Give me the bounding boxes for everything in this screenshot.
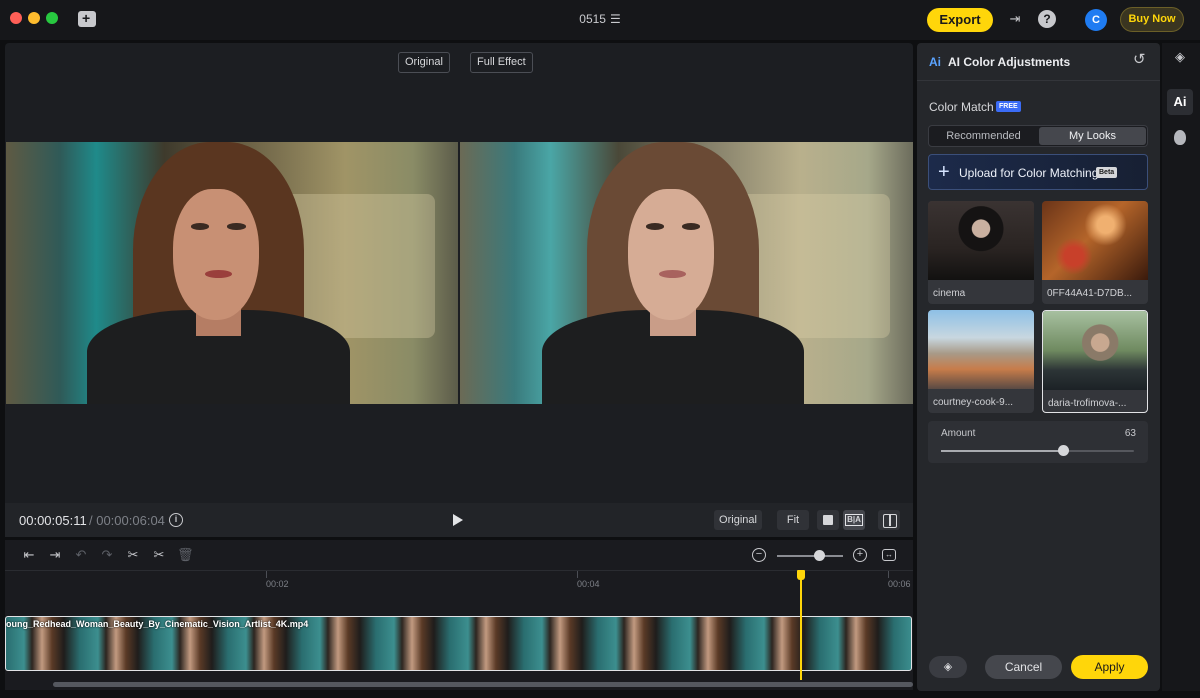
right-eye — [681, 223, 701, 230]
panel-header: Ai AI Color Adjustments ↺ — [917, 43, 1160, 81]
clip-filename: oung_Redhead_Woman_Beauty_By_Cinematic_V… — [6, 619, 309, 629]
look-card-selected[interactable]: daria-trofimova-... — [1042, 310, 1148, 413]
export-button[interactable]: Export — [927, 8, 993, 32]
avatar[interactable]: C — [1085, 9, 1107, 31]
effect-frame — [460, 142, 913, 404]
single-view-icon[interactable] — [817, 510, 839, 530]
before-after-label: B|A — [845, 514, 863, 526]
ai-logo-icon: Ai — [929, 55, 941, 69]
jump-to-end-icon[interactable]: ⇥ — [47, 547, 63, 563]
look-card[interactable]: cinema — [928, 201, 1034, 304]
cancel-button[interactable]: Cancel — [985, 655, 1062, 679]
look-thumbnail — [928, 310, 1034, 389]
title-bar: 0515☰ Export ⇥ ? C Buy Now — [0, 0, 1200, 40]
amount-slider-thumb[interactable] — [1057, 445, 1069, 456]
undo-icon[interactable]: ↶ — [73, 547, 89, 563]
sign-in-icon[interactable]: ⇥ — [1006, 10, 1024, 28]
portrait-icon[interactable] — [1167, 125, 1193, 151]
delete-icon[interactable]: 🗑 — [177, 547, 194, 563]
current-timecode: 00:00:05:11 — [19, 513, 87, 528]
look-thumbnail — [928, 201, 1034, 280]
layers-stack-icon[interactable]: ◈ — [929, 656, 967, 678]
ai-color-panel: Ai AI Color Adjustments ↺ Color Match FR… — [917, 43, 1160, 691]
redo-icon[interactable]: ↷ — [99, 547, 115, 563]
apply-button[interactable]: Apply — [1071, 655, 1148, 679]
ruler-tick: 00:06 — [888, 571, 911, 589]
total-timecode: / 00:00:06:04 — [89, 513, 165, 528]
looks-tabs: Recommended My Looks — [928, 125, 1148, 147]
left-eye — [191, 223, 210, 230]
time-ruler[interactable]: 00:02 00:04 00:06 — [5, 570, 913, 596]
amount-slider-fill — [941, 450, 1063, 452]
color-match-label: Color Match — [929, 100, 994, 114]
look-name: courtney-cook-9... — [933, 397, 1014, 408]
ai-tools-icon[interactable]: Ai — [1167, 89, 1193, 115]
split-scissors-icon[interactable]: ✂ — [125, 547, 141, 563]
playhead[interactable] — [800, 578, 802, 680]
timeline-toolbar: ⇤ ⇥ ↶ ↷ ✂ ✂ 🗑 − + ↔ — [5, 540, 913, 570]
buy-now-button[interactable]: Buy Now — [1120, 7, 1184, 32]
zoom-in-icon[interactable]: + — [853, 548, 867, 562]
fit-button[interactable]: Fit — [777, 510, 809, 530]
look-card[interactable]: courtney-cook-9... — [928, 310, 1034, 413]
zoom-slider-track[interactable] — [777, 555, 843, 557]
show-original-button[interactable]: Original — [714, 510, 762, 530]
layers-icon[interactable]: ◈ — [1167, 44, 1193, 70]
project-name: 0515 — [579, 12, 606, 26]
before-after-icon[interactable]: B|A — [843, 510, 865, 530]
left-eye — [645, 223, 664, 230]
look-thumbnail — [1043, 311, 1147, 390]
fit-timeline-icon[interactable]: ↔ — [882, 549, 896, 561]
amount-value: 63 — [1124, 428, 1136, 439]
close-window-button[interactable] — [10, 12, 22, 24]
timeline: ⇤ ⇥ ↶ ↷ ✂ ✂ 🗑 − + ↔ 00:02 00:04 00:06 ou… — [5, 540, 913, 690]
play-icon[interactable] — [453, 514, 463, 526]
face — [627, 189, 714, 321]
video-clip[interactable]: oung_Redhead_Woman_Beauty_By_Cinematic_V… — [5, 616, 912, 671]
look-name: daria-trofimova-... — [1048, 398, 1127, 409]
zoom-window-button[interactable] — [46, 12, 58, 24]
upload-label: Upload for Color Matching — [959, 166, 1099, 180]
original-view-toggle[interactable]: Original — [398, 52, 450, 73]
panel-title: AI Color Adjustments — [948, 55, 1071, 69]
list-icon: ☰ — [609, 12, 621, 26]
tab-my-looks[interactable]: My Looks — [1039, 127, 1146, 145]
timeline-scrollbar[interactable] — [53, 682, 913, 687]
preview-area: Original Full Effect — [5, 43, 913, 503]
help-icon[interactable]: ? — [1038, 10, 1056, 28]
new-project-folder-icon[interactable] — [78, 10, 96, 27]
original-frame — [6, 142, 458, 404]
amount-control: Amount 63 — [928, 421, 1148, 463]
free-badge: FREE — [996, 101, 1021, 112]
look-name: cinema — [933, 288, 966, 299]
project-title[interactable]: 0515 ☰ — [560, 12, 640, 26]
amount-label: Amount — [941, 428, 976, 439]
tab-recommended[interactable]: Recommended — [930, 127, 1037, 145]
ai-cut-icon[interactable]: ✂ — [151, 547, 167, 563]
minimize-window-button[interactable] — [28, 12, 40, 24]
amount-slider-track[interactable] — [941, 450, 1134, 452]
info-icon[interactable]: i — [169, 513, 183, 527]
full-effect-view-toggle[interactable]: Full Effect — [470, 52, 533, 73]
look-name: 0FF44A41-D7DB... — [1047, 288, 1133, 299]
look-card[interactable]: 0FF44A41-D7DB... — [1042, 201, 1148, 304]
zoom-out-icon[interactable]: − — [752, 548, 766, 562]
tool-rail: ◈ Ai — [1162, 43, 1200, 691]
split-view-icon[interactable] — [878, 510, 900, 530]
beta-badge: Beta — [1096, 167, 1118, 178]
ruler-tick: 00:02 — [266, 571, 289, 589]
right-eye — [227, 223, 246, 230]
look-thumbnail — [1042, 201, 1148, 280]
zoom-slider-thumb[interactable] — [814, 550, 826, 561]
jump-to-start-icon[interactable]: ⇤ — [21, 547, 37, 563]
plus-icon: + — [938, 161, 950, 183]
player-bar: 00:00:05:11 / 00:00:06:04 i Original Fit… — [5, 503, 913, 537]
face — [173, 189, 260, 321]
reset-icon[interactable]: ↺ — [1133, 52, 1149, 68]
ruler-tick: 00:04 — [577, 571, 600, 589]
upload-color-match-button[interactable]: + Upload for Color Matching Beta — [928, 154, 1148, 190]
